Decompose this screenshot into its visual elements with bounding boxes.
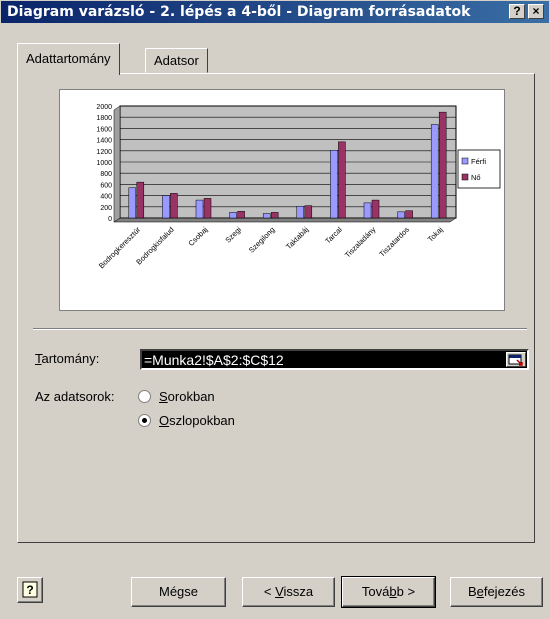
- tab-data-range-label: Adattartomány: [26, 51, 111, 66]
- bar: [162, 195, 170, 219]
- range-input-value: =Munka2!$A$2:$C$12: [144, 352, 284, 368]
- bar: [438, 111, 447, 219]
- chart-wizard-dialog: Diagram varázsló - 2. lépés a 4-ből - Di…: [0, 0, 550, 619]
- y-tick-label: 1600: [96, 126, 112, 133]
- bar: [363, 202, 372, 219]
- help-icon: ?: [22, 581, 38, 598]
- y-tick-label: 800: [100, 171, 112, 178]
- next-button[interactable]: Tovább >: [341, 576, 436, 608]
- title-bar[interactable]: Diagram varázsló - 2. lépés a 4-ből - Di…: [1, 1, 549, 23]
- y-tick-label: 600: [100, 182, 112, 189]
- chart-svg: 0 200 400 600 800 1000 1200 1400 1600 1800 2000 Bod…: [96, 104, 501, 271]
- legend-swatch: [461, 157, 469, 165]
- legend: [457, 149, 501, 189]
- bar: [270, 212, 279, 219]
- svg-text:?: ?: [26, 583, 33, 597]
- x-tick-label: Szegilong: [247, 225, 277, 255]
- radio-rows-label[interactable]: Sorokban: [159, 389, 215, 404]
- bar: [170, 193, 178, 219]
- bar: [371, 199, 380, 219]
- tab-series[interactable]: Adatsor: [145, 48, 208, 73]
- finish-button[interactable]: Befejezés: [450, 577, 543, 607]
- x-tick-label: Csobaj: [187, 225, 210, 248]
- help-button[interactable]: ?: [17, 577, 43, 603]
- bar: [330, 149, 338, 219]
- y-tick-label: 2000: [96, 104, 112, 111]
- bar: [405, 210, 413, 219]
- radio-rows[interactable]: [138, 390, 151, 403]
- y-tick-label: 200: [100, 205, 112, 212]
- bar: [430, 124, 439, 219]
- x-tick-label: Taktabáj: [284, 225, 310, 251]
- tab-series-label: Adatsor: [154, 53, 199, 68]
- dialog-title: Diagram varázsló - 2. lépés a 4-ből - Di…: [7, 4, 471, 20]
- series-in-label: Az adatsorok:: [35, 389, 115, 404]
- bar: [338, 141, 346, 219]
- x-tick-label: Tiszaladány: [343, 225, 378, 260]
- x-tick-label: Tokaj: [426, 225, 445, 244]
- bar: [296, 205, 305, 219]
- range-input[interactable]: =Munka2!$A$2:$C$12: [140, 349, 529, 370]
- y-tick-label: 1200: [96, 149, 112, 156]
- side-wall: [113, 105, 121, 223]
- separator: [33, 328, 527, 330]
- bar: [136, 181, 145, 219]
- x-tick-label: Tarcal: [323, 225, 344, 246]
- bar: [237, 211, 245, 219]
- bar: [397, 211, 405, 219]
- y-tick-label: 400: [100, 194, 112, 201]
- y-tick-label: 1800: [96, 115, 112, 122]
- collapse-dialog-button[interactable]: [506, 352, 526, 367]
- legend-label: Férfi: [471, 157, 486, 166]
- bar: [262, 213, 271, 219]
- legend-swatch: [461, 173, 469, 181]
- close-button[interactable]: ×: [528, 4, 544, 19]
- x-tick-label: Bodrogkeresztúr: [97, 225, 143, 271]
- x-tick-label: Szegi: [223, 225, 243, 245]
- radio-columns[interactable]: [138, 414, 151, 427]
- back-button[interactable]: < Vissza: [242, 577, 335, 607]
- y-tick-label: 1000: [96, 160, 112, 167]
- help-title-button[interactable]: ?: [509, 4, 525, 19]
- chart-preview: 0 200 400 600 800 1000 1200 1400 1600 1800 2000 Bod…: [59, 89, 505, 311]
- bar: [128, 187, 137, 219]
- cancel-button[interactable]: Mégse: [131, 577, 226, 607]
- bar: [229, 212, 237, 219]
- legend-label: Nő: [471, 173, 481, 182]
- y-tick-label: 0: [108, 216, 112, 223]
- bar: [304, 205, 313, 219]
- bar: [203, 198, 212, 219]
- tab-data-range[interactable]: Adattartomány: [17, 43, 120, 75]
- collapse-dialog-icon: [508, 354, 523, 366]
- range-label: Tartomány:: [35, 351, 100, 366]
- radio-columns-label[interactable]: Oszlopokban: [159, 413, 235, 428]
- y-tick-label: 1400: [96, 138, 112, 145]
- bar: [195, 199, 204, 219]
- x-tick-label: Tiszatardos: [377, 225, 411, 259]
- floor: [113, 217, 457, 223]
